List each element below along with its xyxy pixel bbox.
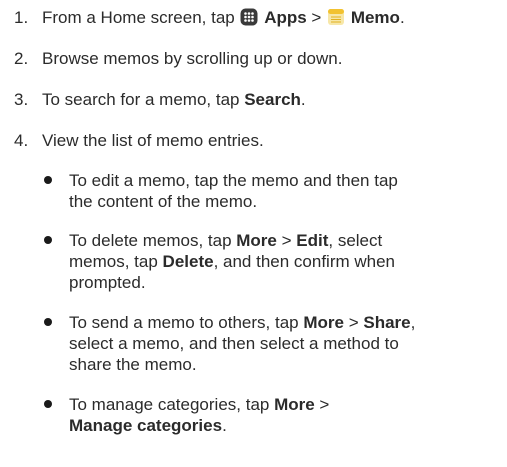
- more-label: More: [303, 313, 344, 332]
- bullet-line: the content of the memo.: [69, 192, 258, 211]
- search-label: Search: [244, 90, 301, 109]
- separator: >: [343, 313, 364, 332]
- apps-label: Apps: [264, 8, 307, 27]
- bullet-text: To delete memos, tap More > Edit, select…: [69, 230, 507, 293]
- bullet-dot: [44, 318, 52, 326]
- bullet-dot: [44, 400, 52, 408]
- step-2: 2. Browse memos by scrolling up or down.: [14, 48, 504, 70]
- bullet-line: prompted.: [69, 273, 146, 292]
- step-text: From a Home screen, tap: [42, 8, 240, 27]
- text-run: , select: [328, 231, 383, 250]
- edit-label: Edit: [296, 231, 329, 250]
- more-label: More: [236, 231, 277, 250]
- step-number: 4.: [14, 131, 29, 150]
- bullet-line: To send a memo to others, tap More > Sha…: [69, 312, 507, 333]
- text-run: To manage categories, tap: [69, 395, 275, 414]
- bullet-line: Manage categories.: [69, 415, 507, 436]
- more-label: More: [274, 395, 315, 414]
- step-text: Browse memos by scrolling up or down.: [42, 49, 343, 68]
- apps-grid-icon: [240, 8, 258, 26]
- delete-label: Delete: [162, 252, 214, 271]
- bullet-line: To manage categories, tap More >: [69, 394, 507, 415]
- bullet-line: To delete memos, tap More > Edit, select: [69, 230, 507, 251]
- punct: .: [300, 90, 306, 109]
- step-number: 1.: [14, 8, 29, 27]
- bullet-line: share the memo.: [69, 355, 197, 374]
- share-label: Share: [363, 313, 411, 332]
- separator: >: [314, 395, 330, 414]
- step-1: 1. From a Home screen, tap Apps > Memo.: [14, 7, 504, 29]
- step-text: To search for a memo, tap: [42, 90, 245, 109]
- punct: .: [222, 416, 227, 435]
- text-run: , and then confirm when: [213, 252, 396, 271]
- text-run: memos, tap: [69, 252, 163, 271]
- separator: >: [306, 8, 327, 27]
- memo-notepad-icon: [327, 8, 345, 26]
- text-run: To send a memo to others, tap: [69, 313, 304, 332]
- step-number: 2.: [14, 49, 29, 68]
- bullet-dot: [44, 176, 52, 184]
- bullet-text: To manage categories, tap More > Manage …: [69, 394, 507, 436]
- bullet-dot: [44, 236, 52, 244]
- text-run: To delete memos, tap: [69, 231, 237, 250]
- step-3: 3. To search for a memo, tap Search.: [14, 89, 504, 111]
- bullet-text: To send a memo to others, tap More > Sha…: [69, 312, 507, 375]
- memo-label: Memo: [350, 8, 400, 27]
- step-number: 3.: [14, 90, 29, 109]
- bullet-text: To edit a memo, tap the memo and then ta…: [69, 170, 507, 212]
- bullet-line: To edit a memo, tap the memo and then ta…: [69, 171, 398, 190]
- step-4: 4. View the list of memo entries.: [14, 130, 504, 152]
- separator: >: [276, 231, 297, 250]
- bullet-line: memos, tap Delete, and then confirm when: [69, 251, 507, 272]
- text-run: ,: [410, 313, 416, 332]
- punct: .: [399, 8, 405, 27]
- step-text: View the list of memo entries.: [42, 131, 264, 150]
- manage-categories-label: Manage categories: [69, 416, 223, 435]
- bullet-line: select a memo, and then select a method …: [69, 334, 399, 353]
